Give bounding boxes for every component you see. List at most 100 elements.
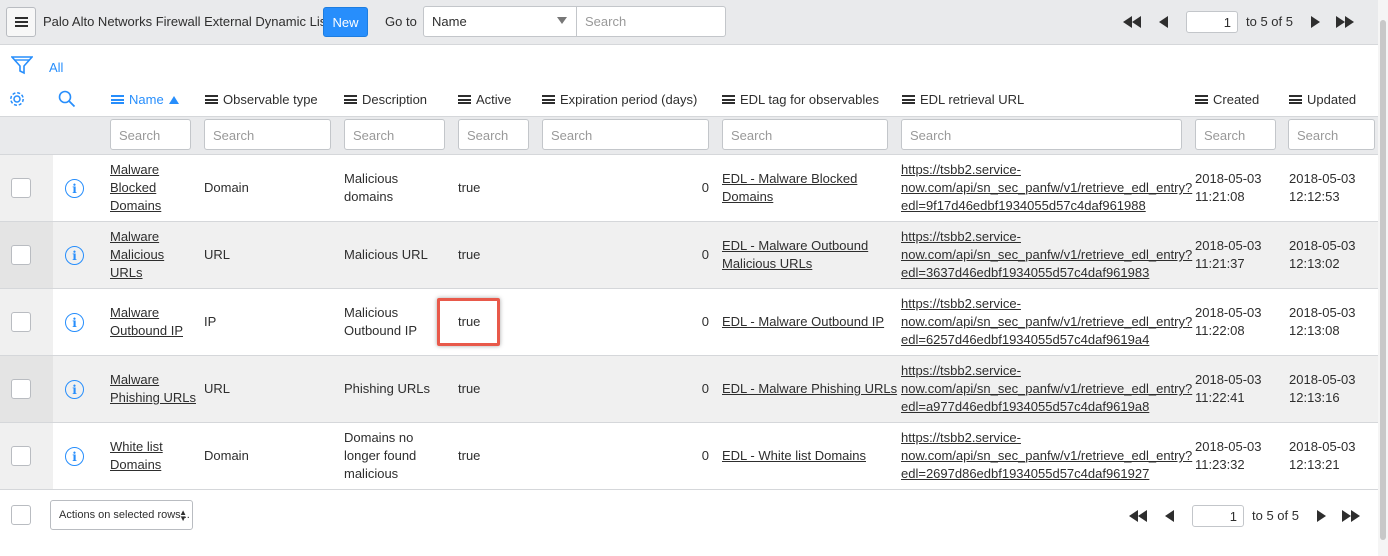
list-header: Palo Alto Networks Firewall External Dyn…: [0, 0, 1378, 45]
search-input-observable-type[interactable]: Search: [204, 119, 331, 150]
edl-tag-link[interactable]: EDL - White list Domains: [722, 447, 866, 465]
record-name-link[interactable]: Malware Phishing URLs: [110, 371, 196, 407]
search-input-updated[interactable]: Search: [1288, 119, 1375, 150]
edl-tag-link[interactable]: EDL - Malware Phishing URLs: [722, 380, 897, 398]
edl-tag-link[interactable]: EDL - Malware Blocked Domains: [722, 170, 857, 206]
first-page-icon[interactable]: [1126, 509, 1150, 522]
column-header-updated[interactable]: Updated: [1289, 92, 1356, 107]
column-header-name[interactable]: Name: [111, 92, 179, 107]
next-page-icon[interactable]: [1305, 15, 1327, 28]
column-menu-icon[interactable]: [205, 95, 218, 104]
edl-url-link[interactable]: https://tsbb2.service- now.com/api/sn_se…: [901, 161, 1192, 215]
row-checkbox[interactable]: [11, 446, 31, 466]
gear-icon[interactable]: [8, 90, 26, 111]
table-row: i Malware Blocked Domains Domain Malicio…: [0, 155, 1378, 222]
column-header-active[interactable]: Active: [458, 92, 511, 107]
search-input-expiration-period[interactable]: Search: [542, 119, 709, 150]
next-page-icon[interactable]: [1311, 509, 1333, 522]
row-checkbox[interactable]: [11, 312, 31, 332]
column-header-created[interactable]: Created: [1195, 92, 1259, 107]
goto-label: Go to: [385, 14, 417, 29]
tag-line: EDL - Malware Outbound: [722, 238, 869, 253]
context-menu-button[interactable]: [6, 7, 36, 37]
record-name-link[interactable]: White list Domains: [110, 438, 163, 474]
table-row: i Malware Outbound IP IP Malicious Outbo…: [0, 289, 1378, 356]
edl-url-link[interactable]: https://tsbb2.service- now.com/api/sn_se…: [901, 429, 1192, 483]
page-number-input[interactable]: 1: [1192, 504, 1244, 527]
column-menu-icon[interactable]: [458, 95, 471, 104]
row-checkbox[interactable]: [11, 379, 31, 399]
column-header-edl-tag[interactable]: EDL tag for observables: [722, 92, 879, 107]
goto-field-select[interactable]: Name: [423, 6, 577, 37]
search-icon[interactable]: [58, 90, 76, 111]
updated-cell: 2018-05-03 12:12:53: [1289, 170, 1356, 206]
tag-line: EDL - Malware Blocked: [722, 171, 858, 186]
search-input-name[interactable]: Search: [110, 119, 191, 150]
edl-tag-link[interactable]: EDL - Malware Outbound IP: [722, 313, 884, 331]
record-name-link[interactable]: Malware Blocked Domains: [110, 161, 161, 215]
previous-page-icon[interactable]: [1152, 15, 1174, 28]
record-name-link[interactable]: Malware Outbound IP: [110, 304, 183, 340]
edl-tag-link[interactable]: EDL - Malware Outbound Malicious URLs: [722, 237, 868, 273]
actions-on-selected-rows-select[interactable]: Actions on selected rows... ▲ ▼: [50, 500, 193, 530]
row-checkbox[interactable]: [11, 245, 31, 265]
column-label: Observable type: [223, 92, 318, 107]
active-cell: true: [458, 381, 481, 396]
url-line: https://tsbb2.service-: [901, 162, 1021, 177]
expiration-cell: 0: [701, 180, 709, 195]
record-name-link[interactable]: Malware Malicious URLs: [110, 228, 164, 282]
goto-search-input[interactable]: Search: [576, 6, 726, 37]
breadcrumb-all[interactable]: All: [49, 60, 63, 75]
column-menu-icon[interactable]: [902, 95, 915, 104]
last-page-icon[interactable]: [1339, 509, 1363, 522]
row-checkbox[interactable]: [11, 178, 31, 198]
info-icon[interactable]: i: [65, 313, 84, 332]
column-header-observable-type[interactable]: Observable type: [205, 92, 318, 107]
url-line: https://tsbb2.service-: [901, 363, 1021, 378]
edl-url-link[interactable]: https://tsbb2.service- now.com/api/sn_se…: [901, 362, 1192, 416]
info-icon[interactable]: i: [65, 179, 84, 198]
search-input-description[interactable]: Search: [344, 119, 445, 150]
page-number-input[interactable]: 1: [1186, 10, 1238, 33]
column-menu-icon[interactable]: [722, 95, 735, 104]
select-all-checkbox[interactable]: [11, 505, 31, 525]
scrollbar-thumb[interactable]: [1380, 20, 1386, 540]
name-line: Outbound IP: [110, 323, 183, 338]
previous-page-icon[interactable]: [1158, 509, 1180, 522]
edl-url-link[interactable]: https://tsbb2.service- now.com/api/sn_se…: [901, 295, 1192, 349]
expiration-cell: 0: [701, 247, 709, 262]
updated-time: 12:12:53: [1289, 189, 1340, 204]
name-line: Malware: [110, 229, 160, 244]
description-cell: Malicious URL: [344, 246, 428, 264]
search-input-edl-tag[interactable]: Search: [722, 119, 888, 150]
tag-line: EDL - Malware Phishing URLs: [722, 381, 898, 396]
info-icon[interactable]: i: [65, 380, 84, 399]
actions-select-value: Actions on selected rows...: [59, 509, 190, 521]
info-icon[interactable]: i: [65, 246, 84, 265]
column-menu-icon[interactable]: [542, 95, 555, 104]
updated-date: 2018-05-03: [1289, 171, 1356, 186]
last-page-icon[interactable]: [1333, 15, 1357, 28]
search-input-edl-retrieval-url[interactable]: Search: [901, 119, 1182, 150]
name-line: Blocked: [110, 180, 157, 195]
column-header-description[interactable]: Description: [344, 92, 427, 107]
info-icon[interactable]: i: [65, 447, 84, 466]
search-input-active[interactable]: Search: [458, 119, 529, 150]
filter-icon[interactable]: [10, 55, 34, 78]
column-menu-icon[interactable]: [1289, 95, 1302, 104]
column-menu-icon[interactable]: [1195, 95, 1208, 104]
observable-type-cell: IP: [204, 314, 217, 329]
search-input-created[interactable]: Search: [1195, 119, 1276, 150]
description-line: Domains no: [344, 430, 414, 445]
active-cell: true: [458, 247, 481, 262]
edl-url-link[interactable]: https://tsbb2.service- now.com/api/sn_se…: [901, 228, 1192, 282]
created-date: 2018-05-03: [1195, 171, 1262, 186]
column-header-expiration-period[interactable]: Expiration period (days): [542, 92, 697, 107]
name-line: Phishing URLs: [110, 390, 196, 405]
new-button[interactable]: New: [323, 7, 368, 37]
row-select-cell: [0, 222, 53, 288]
column-menu-icon[interactable]: [111, 95, 124, 104]
column-menu-icon[interactable]: [344, 95, 357, 104]
column-header-edl-retrieval-url[interactable]: EDL retrieval URL: [902, 92, 1024, 107]
first-page-icon[interactable]: [1120, 15, 1144, 28]
